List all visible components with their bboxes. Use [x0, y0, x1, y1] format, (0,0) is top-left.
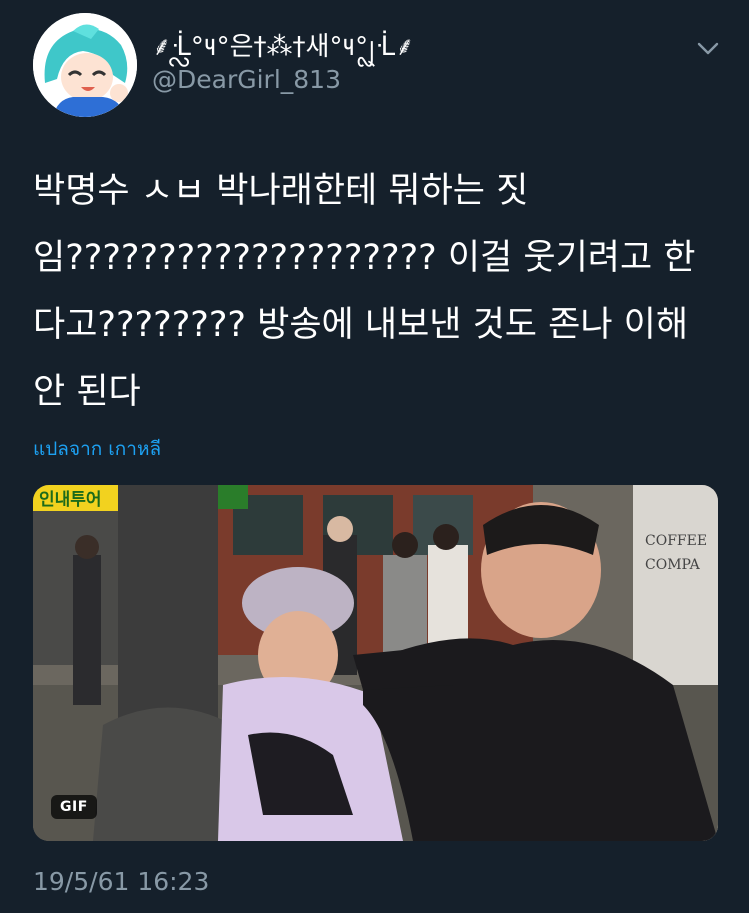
avatar[interactable] [33, 13, 137, 117]
sign-text-1: COFFEE [645, 533, 707, 549]
gif-badge: GIF [51, 795, 97, 819]
display-name[interactable]: ⸙ᒸᩖ°౺°은†⁂†새°౺°ᩗᒸ⸙ [152, 30, 415, 64]
caption-left: 인내투어 [39, 490, 102, 510]
chevron-down-icon[interactable] [692, 32, 724, 64]
video-frame: COFFEE COMPA 인내투어 [33, 485, 718, 841]
translate-link[interactable]: แปลจาก เกาหลี [33, 434, 161, 464]
sign-text-2: COMPA [645, 557, 701, 573]
user-handle[interactable]: @DearGirl_813 [152, 63, 341, 97]
anime-character-avatar-icon [33, 13, 137, 117]
gif-media[interactable]: COFFEE COMPA 인내투어 GIF [33, 485, 718, 841]
tweet-timestamp[interactable]: 19/5/61 16:23 [33, 865, 209, 899]
tweet-text: 박명수 ㅅㅂ 박나래한테 뭐하는 짓임???????????????????? … [33, 171, 696, 412]
